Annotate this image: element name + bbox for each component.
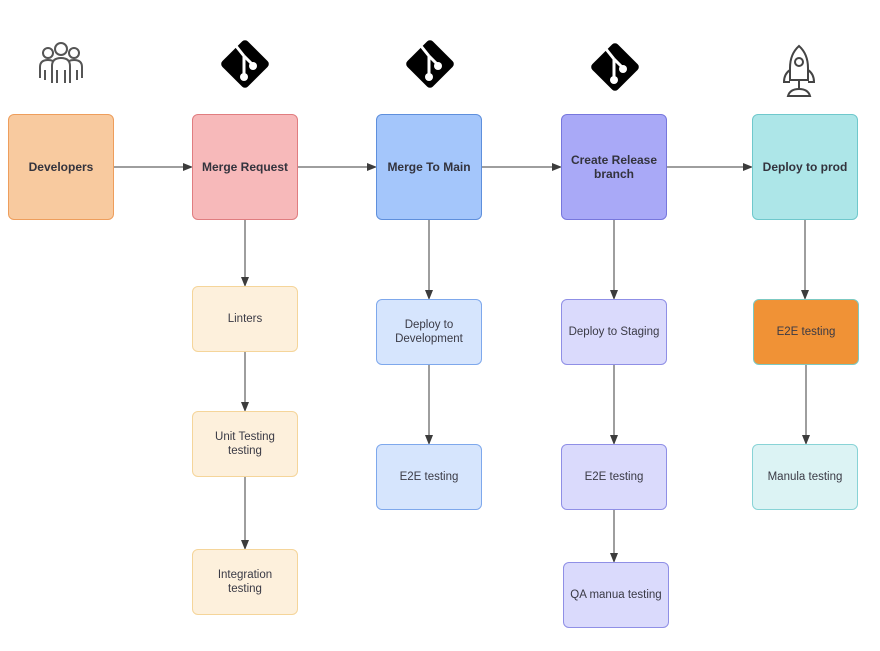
step-e2e-testing-release[interactable]: E2E testing <box>561 444 667 510</box>
step-label: QA manua testing <box>570 589 662 601</box>
step-label: Deploy to Development <box>395 319 463 345</box>
stage-label: Merge To Main <box>387 160 471 174</box>
stage-merge-to-main[interactable]: Merge To Main <box>376 114 482 220</box>
step-label: E2E testing <box>399 471 459 483</box>
stage-label: Create Release branch <box>570 153 658 181</box>
people-icon <box>36 40 86 86</box>
step-label: Manula testing <box>767 471 843 483</box>
stage-deploy-to-prod[interactable]: Deploy to prod <box>752 114 858 220</box>
stage-label: Merge Request <box>201 160 289 174</box>
git-icon <box>588 40 642 94</box>
step-integration-testing[interactable]: Integration testing <box>192 549 298 615</box>
step-label: Linters <box>227 313 263 325</box>
step-deploy-to-development[interactable]: Deploy to Development <box>376 299 482 365</box>
step-linters[interactable]: Linters <box>192 286 298 352</box>
step-e2e-testing-main[interactable]: E2E testing <box>376 444 482 510</box>
step-label: Deploy to Staging <box>568 326 660 338</box>
step-label: E2E testing <box>584 471 644 483</box>
step-unit-testing[interactable]: Unit Testing testing <box>192 411 298 477</box>
step-qa-manual-testing[interactable]: QA manua testing <box>563 562 669 628</box>
stage-create-release-branch[interactable]: Create Release branch <box>561 114 667 220</box>
step-e2e-testing-prod[interactable]: E2E testing <box>753 299 859 365</box>
git-icon <box>403 37 457 91</box>
stage-label: Developers <box>28 160 94 174</box>
stage-merge-request[interactable]: Merge Request <box>192 114 298 220</box>
step-deploy-to-staging[interactable]: Deploy to Staging <box>561 299 667 365</box>
rocket-icon <box>780 44 818 100</box>
step-manual-testing[interactable]: Manula testing <box>752 444 858 510</box>
git-icon <box>218 37 272 91</box>
step-label: E2E testing <box>776 326 836 338</box>
step-label: Unit Testing testing <box>215 431 275 457</box>
stage-label: Deploy to prod <box>762 160 848 174</box>
step-label: Integration testing <box>217 569 273 595</box>
stage-developers[interactable]: Developers <box>8 114 114 220</box>
